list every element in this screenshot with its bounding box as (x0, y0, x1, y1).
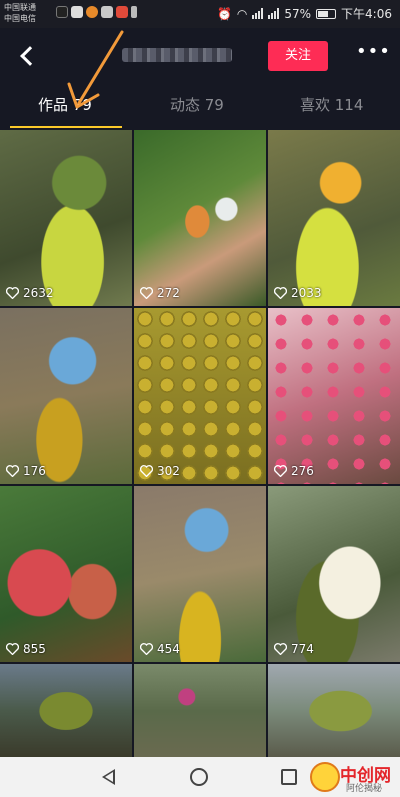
like-count-value: 454 (157, 642, 180, 656)
video-thumbnail[interactable]: 774 (268, 486, 400, 662)
active-tab-indicator (10, 126, 122, 128)
like-count-value: 272 (157, 286, 180, 300)
video-thumbnail[interactable] (134, 664, 266, 758)
heart-icon (6, 643, 19, 655)
watermark: 中创网 阿伦揭秘 (310, 760, 396, 794)
carrier-2: 中国电信 (4, 14, 36, 23)
profile-header: 关注 ••• (0, 28, 400, 84)
video-thumbnail[interactable]: 855 (0, 486, 132, 662)
app-notification-icon-2 (116, 6, 128, 18)
like-count: 454 (140, 642, 180, 656)
nav-recent-apps-icon[interactable] (281, 769, 297, 785)
heart-icon (140, 643, 153, 655)
heart-icon (140, 465, 153, 477)
battery-icon (316, 8, 337, 19)
back-button[interactable] (14, 42, 42, 70)
signal-icon-2 (268, 8, 280, 19)
video-thumbnail[interactable]: 272 (134, 130, 266, 306)
heart-icon (274, 287, 287, 299)
carrier-info: 中国联通 中国电信 (4, 2, 36, 24)
like-count: 774 (274, 642, 314, 656)
like-count-value: 2033 (291, 286, 322, 300)
video-grid: 2632 272 2033 176 302 276 855 454 774 (0, 130, 400, 758)
message-notification-icon (101, 6, 113, 18)
status-bar: 中国联通 中国电信 ⏰ ◠ 57% 下午4:06 (0, 0, 400, 28)
watermark-logo-icon (310, 762, 340, 792)
nav-back-icon[interactable] (102, 769, 115, 785)
video-thumbnail[interactable]: 2033 (268, 130, 400, 306)
clock: 下午4:06 (341, 7, 392, 21)
notification-icons (56, 6, 137, 18)
blurred-username (122, 48, 232, 62)
tab-works[interactable]: 作品 79 (38, 94, 92, 115)
follow-button[interactable]: 关注 (268, 41, 328, 71)
tab-likes[interactable]: 喜欢 114 (300, 94, 363, 115)
like-count-value: 855 (23, 642, 46, 656)
profile-tabs: 作品 79 动态 79 喜欢 114 (0, 84, 400, 128)
like-count-value: 302 (157, 464, 180, 478)
nav-home-icon[interactable] (190, 768, 208, 786)
like-count: 855 (6, 642, 46, 656)
like-count: 302 (140, 464, 180, 478)
tab-dynamics[interactable]: 动态 79 (170, 94, 224, 115)
status-right: ⏰ ◠ 57% 下午4:06 (217, 5, 392, 22)
alarm-icon: ⏰ (216, 6, 232, 21)
battery-text: 57% (284, 6, 312, 21)
video-thumbnail[interactable] (0, 664, 132, 758)
like-count-value: 276 (291, 464, 314, 478)
like-count: 272 (140, 286, 180, 300)
video-thumbnail[interactable]: 302 (134, 308, 266, 484)
heart-icon (6, 465, 19, 477)
like-count-value: 2632 (23, 286, 54, 300)
video-thumbnail[interactable]: 2632 (0, 130, 132, 306)
weibo-notification-icon (86, 6, 98, 18)
more-options-button[interactable]: ••• (356, 43, 390, 62)
like-count: 2033 (274, 286, 322, 300)
video-thumbnail[interactable]: 454 (134, 486, 266, 662)
carrier-1: 中国联通 (4, 3, 36, 12)
heart-icon (274, 643, 287, 655)
heart-icon (274, 465, 287, 477)
like-count-value: 176 (23, 464, 46, 478)
watermark-subtitle: 阿伦揭秘 (346, 784, 383, 794)
like-count: 176 (6, 464, 46, 478)
video-thumbnail[interactable] (268, 664, 400, 758)
app-notification-icon (71, 6, 83, 18)
like-count-value: 774 (291, 642, 314, 656)
like-count: 2632 (6, 286, 54, 300)
video-thumbnail[interactable]: 176 (0, 308, 132, 484)
heart-icon (140, 287, 153, 299)
heart-icon (6, 287, 19, 299)
sim-icon (131, 6, 137, 18)
like-count: 276 (274, 464, 314, 478)
tiktok-notification-icon (56, 6, 68, 18)
signal-icon (252, 8, 264, 19)
video-thumbnail[interactable]: 276 (268, 308, 400, 484)
wifi-icon: ◠ (236, 6, 248, 21)
